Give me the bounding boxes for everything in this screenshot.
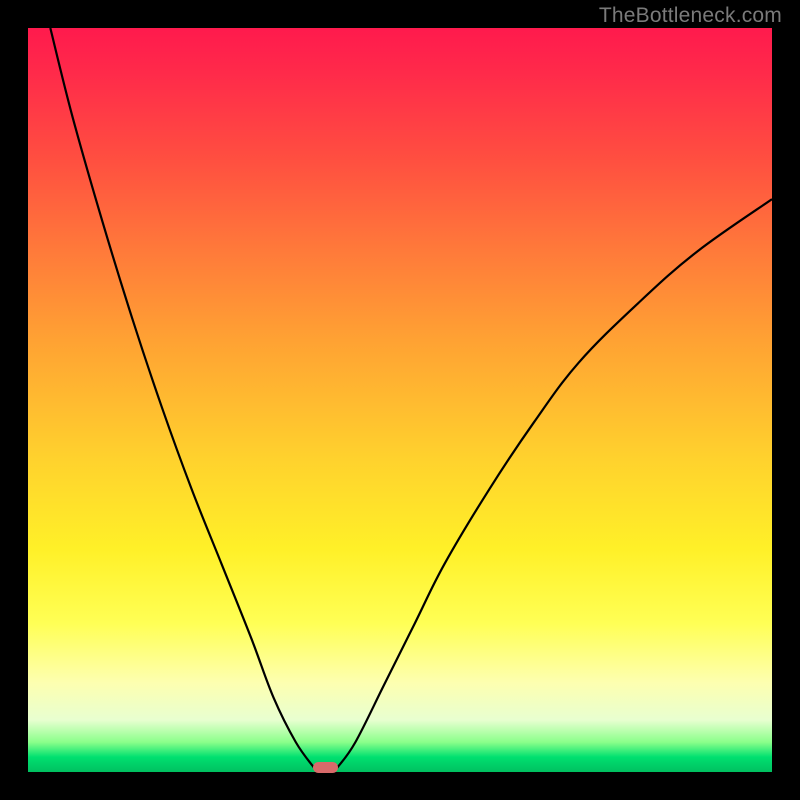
chart-frame: TheBottleneck.com <box>0 0 800 800</box>
bottleneck-curve <box>28 28 772 772</box>
watermark-text: TheBottleneck.com <box>599 4 782 28</box>
curve-left-branch <box>50 28 314 768</box>
plot-area <box>28 28 772 772</box>
minimum-marker <box>313 762 338 772</box>
curve-right-branch <box>337 199 772 768</box>
